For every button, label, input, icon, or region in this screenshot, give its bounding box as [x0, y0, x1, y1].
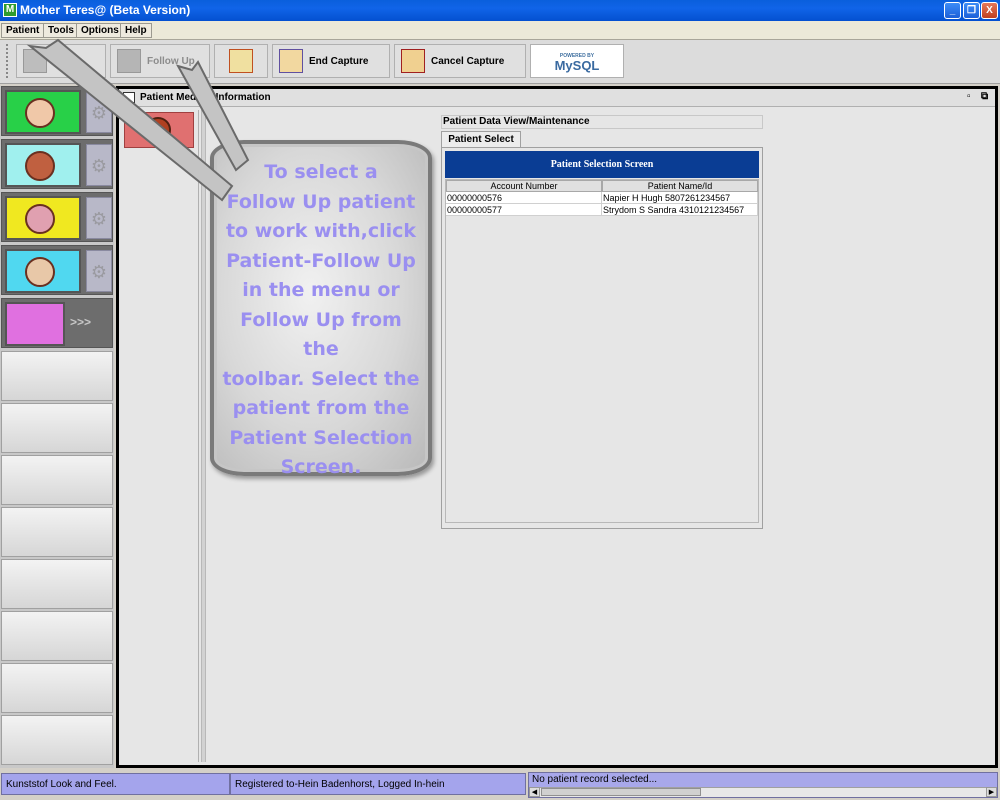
- status-registration: Registered to-Hein Badenhorst, Logged In…: [230, 773, 526, 795]
- face-icon: [25, 257, 55, 287]
- title-bar: M Mother Teres@ (Beta Version) _ ❐ X: [0, 0, 1000, 21]
- patient-data-view-header: Patient Data View/Maintenance: [441, 115, 763, 129]
- more-label: >>>: [70, 315, 92, 329]
- callout-line: to work with,click: [225, 220, 417, 242]
- sidebar-module-1[interactable]: ⚙: [1, 86, 113, 136]
- scroll-left-arrow-icon[interactable]: ◀: [529, 787, 540, 797]
- user-icon: [5, 249, 81, 293]
- name-cell: Strydom S Sandra 4310121234567: [602, 204, 758, 216]
- frame-restore-button[interactable]: ⧉: [981, 91, 988, 102]
- table-row[interactable]: 00000000577 Strydom S Sandra 43101212345…: [446, 204, 758, 216]
- sidebar-slot[interactable]: [1, 559, 113, 609]
- callout-line: in the menu or: [242, 279, 400, 301]
- callout-line: Screen.: [280, 456, 362, 478]
- info-button[interactable]: [214, 44, 268, 78]
- status-bar: Kunststof Look and Feel. Registered to-H…: [0, 770, 1000, 800]
- sidebar-slot[interactable]: [1, 455, 113, 505]
- split-pane-divider[interactable]: [201, 110, 206, 762]
- account-cell: 00000000576: [446, 192, 602, 204]
- frame-minimize-button[interactable]: ▫: [967, 91, 971, 102]
- patient-list-pane: [121, 110, 199, 762]
- name-cell: Napier H Hugh 5807261234567: [602, 192, 758, 204]
- close-button[interactable]: X: [981, 2, 998, 19]
- frame-window-icon: [123, 92, 135, 103]
- help-callout: To select a Follow Up patient to work wi…: [210, 140, 432, 478]
- status-look-and-feel: Kunststof Look and Feel.: [1, 773, 230, 795]
- callout-line: Follow Up patient: [226, 190, 416, 213]
- menu-patient[interactable]: Patient: [1, 23, 45, 38]
- nurse-icon: [5, 196, 81, 240]
- menu-tools[interactable]: Tools: [43, 23, 79, 38]
- sidebar: ⚙ ⚙ ⚙ ⚙ >>>: [0, 86, 114, 768]
- new-button[interactable]: New: [16, 44, 106, 78]
- callout-line: Patient-Follow Up: [226, 249, 416, 272]
- column-header-account[interactable]: Account Number: [446, 180, 602, 192]
- mysql-logo: POWERED BY MySQL: [530, 44, 624, 78]
- callout-line: toolbar. Select the: [222, 367, 420, 390]
- toolbar: New Follow Up End Capture Cancel Capture…: [0, 40, 1000, 84]
- app-icon: M: [3, 3, 17, 17]
- sidebar-module-2[interactable]: ⚙: [1, 139, 113, 189]
- mysql-label: MySQL: [554, 58, 600, 73]
- sidebar-slot[interactable]: [1, 403, 113, 453]
- sidebar-slot[interactable]: [1, 611, 113, 661]
- patient-icon: [5, 90, 81, 134]
- patient-face-icon: [145, 117, 171, 143]
- gear-icon[interactable]: ⚙: [86, 250, 112, 292]
- gear-icon[interactable]: ⚙: [86, 91, 112, 133]
- maximize-button[interactable]: ❐: [963, 2, 980, 19]
- menu-help[interactable]: Help: [120, 23, 152, 38]
- face-icon: [25, 151, 55, 181]
- status-record-panel: No patient record selected... ◀ ▶: [528, 772, 998, 798]
- frame-title-bar[interactable]: Patient Medical Information ▫ ⧉: [119, 89, 995, 107]
- callout-line: Patient Selection: [229, 426, 413, 449]
- minimize-button[interactable]: _: [944, 2, 961, 19]
- scroll-thumb[interactable]: [541, 788, 701, 796]
- toolbar-grip[interactable]: [6, 44, 12, 78]
- callout-line: Follow Up from the: [240, 308, 402, 361]
- follow-up-button[interactable]: Follow Up: [110, 44, 210, 78]
- window-title: Mother Teres@ (Beta Version): [20, 3, 191, 17]
- new-patient-icon: [23, 49, 47, 73]
- tab-patient-select[interactable]: Patient Select: [441, 131, 521, 148]
- new-label: New: [53, 55, 74, 67]
- info-book-icon: [229, 49, 253, 73]
- table-row[interactable]: 00000000576 Napier H Hugh 5807261234567: [446, 192, 758, 204]
- follow-up-icon: [117, 49, 141, 73]
- end-capture-label: End Capture: [309, 55, 369, 67]
- frame-title: Patient Medical Information: [140, 92, 271, 103]
- end-capture-button[interactable]: End Capture: [272, 44, 390, 78]
- sidebar-slot[interactable]: [1, 715, 113, 765]
- more-modules-icon: [5, 302, 65, 346]
- end-capture-icon: [279, 49, 303, 73]
- menu-options[interactable]: Options: [76, 23, 124, 38]
- follow-up-label: Follow Up: [147, 55, 195, 67]
- patient-selection-title: Patient Selection Screen: [445, 151, 759, 178]
- patient-selection-table: Account Number Patient Name/Id 000000005…: [445, 179, 759, 523]
- sidebar-slot[interactable]: [1, 663, 113, 713]
- patient-select-panel: Patient Selection Screen Account Number …: [441, 147, 763, 529]
- cancel-capture-icon: [401, 49, 425, 73]
- callout-line: patient from the: [232, 397, 410, 419]
- cancel-capture-label: Cancel Capture: [431, 55, 505, 67]
- face-icon: [25, 98, 55, 128]
- face-icon: [25, 204, 55, 234]
- cancel-capture-button[interactable]: Cancel Capture: [394, 44, 526, 78]
- scroll-right-arrow-icon[interactable]: ▶: [986, 787, 997, 797]
- account-cell: 00000000577: [446, 204, 602, 216]
- sidebar-more[interactable]: >>>: [1, 298, 113, 348]
- status-record-text: No patient record selected...: [532, 774, 658, 785]
- sidebar-module-3[interactable]: ⚙: [1, 192, 113, 242]
- menu-bar: Patient Tools Options Help: [0, 21, 1000, 40]
- doctor-icon: [5, 143, 81, 187]
- patient-thumbnail[interactable]: [124, 112, 194, 148]
- gear-icon[interactable]: ⚙: [86, 197, 112, 239]
- sidebar-slot[interactable]: [1, 351, 113, 401]
- gear-icon[interactable]: ⚙: [86, 144, 112, 186]
- column-header-name[interactable]: Patient Name/Id: [602, 180, 758, 192]
- callout-line: To select a: [264, 161, 378, 183]
- sidebar-module-4[interactable]: ⚙: [1, 245, 113, 295]
- sidebar-slot[interactable]: [1, 507, 113, 557]
